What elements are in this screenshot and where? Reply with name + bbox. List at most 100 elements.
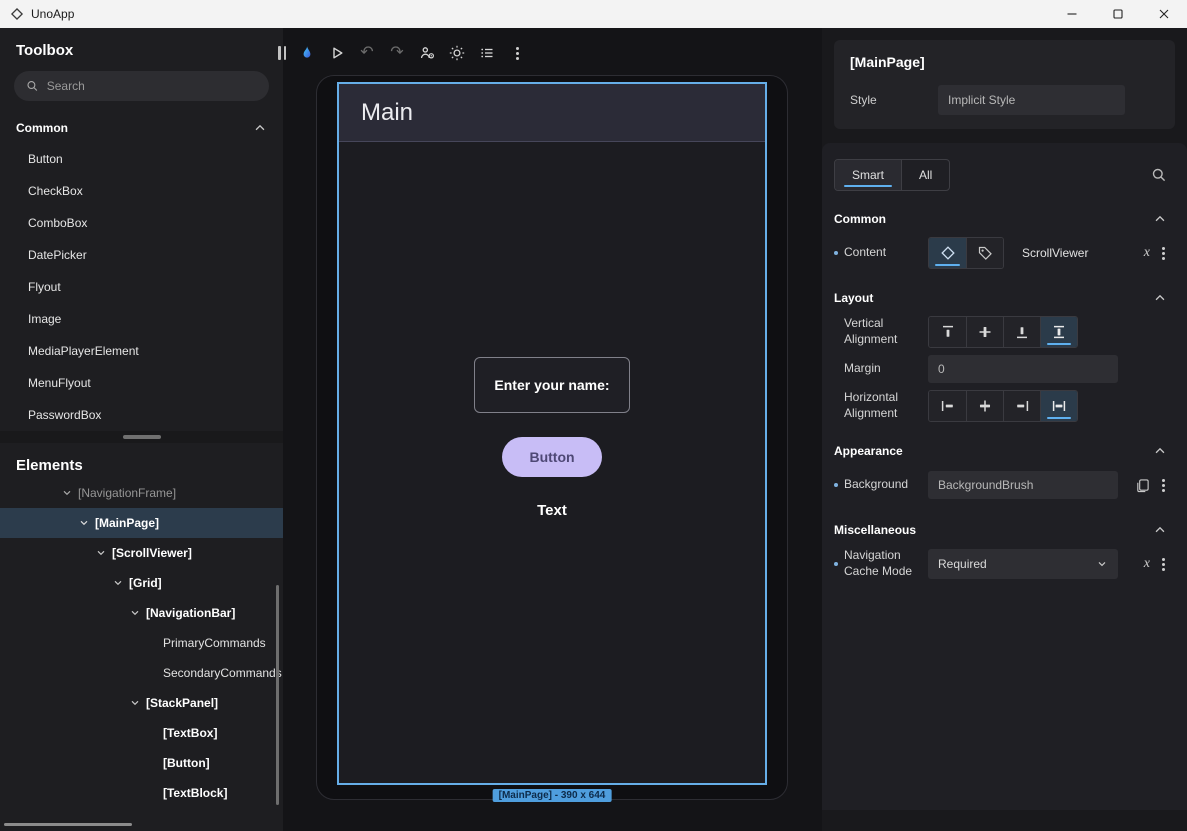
tree-item-button[interactable]: [Button]: [0, 748, 283, 778]
canvas-navigationbar[interactable]: Main: [339, 84, 765, 142]
toolbox-item-flyout[interactable]: Flyout: [0, 271, 283, 303]
toolbox-item-checkbox[interactable]: CheckBox: [0, 175, 283, 207]
hot-design-button[interactable]: [294, 40, 320, 66]
chevron-down-icon: [94, 547, 108, 559]
tree-item-primarycommands[interactable]: PrimaryCommands: [0, 628, 283, 658]
tree-item-navigationframe[interactable]: [NavigationFrame]: [0, 478, 283, 508]
toolbox-search[interactable]: [14, 71, 269, 101]
elements-horizontal-scrollbar[interactable]: [4, 823, 132, 826]
tree-item-textblock[interactable]: [TextBlock]: [0, 778, 283, 808]
toolbar-drag-handle-icon[interactable]: [274, 40, 290, 66]
search-icon: [26, 79, 39, 93]
chevron-up-icon: [1153, 212, 1167, 226]
content-element-toggle[interactable]: [929, 238, 966, 268]
tree-item-stackpanel[interactable]: [StackPanel]: [0, 688, 283, 718]
align-left-icon: [940, 398, 956, 414]
toolbox-item-label: MediaPlayerElement: [28, 344, 139, 358]
maximize-button[interactable]: [1095, 0, 1141, 28]
navigation-cache-mode-label: Navigation Cache Mode: [844, 548, 928, 579]
properties-card: Smart All Common Content: [822, 143, 1187, 810]
tab-smart[interactable]: Smart: [835, 160, 901, 190]
modified-dot: [834, 562, 838, 566]
tree-item-mainpage[interactable]: [MainPage]: [0, 508, 283, 538]
tab-all[interactable]: All: [901, 160, 949, 190]
valign-top-button[interactable]: [929, 317, 966, 347]
more-options-button[interactable]: [504, 40, 530, 66]
background-label: Background: [844, 477, 928, 493]
element-inspector-button[interactable]: [414, 40, 440, 66]
canvas-textbox-text: Enter your name:: [494, 377, 609, 393]
toolbox-item-image[interactable]: Image: [0, 303, 283, 335]
section-layout[interactable]: Layout: [834, 284, 1167, 312]
minimize-icon: [1066, 8, 1078, 20]
chevron-up-icon: [253, 121, 267, 135]
app-window: UnoApp Toolbox Common Button Chec: [0, 0, 1187, 831]
changes-list-button[interactable]: [474, 40, 500, 66]
style-field[interactable]: [938, 85, 1125, 115]
toolbox-item-mediaplayerelement[interactable]: MediaPlayerElement: [0, 335, 283, 367]
halign-stretch-button[interactable]: [1040, 391, 1077, 421]
close-button[interactable]: [1141, 0, 1187, 28]
margin-field[interactable]: [928, 355, 1118, 383]
toolbox-item-menuflyout[interactable]: MenuFlyout: [0, 367, 283, 399]
panel-splitter[interactable]: [0, 431, 283, 443]
markup-extension-button[interactable]: x: [1144, 557, 1150, 571]
toolbox-item-label: Button: [28, 152, 63, 166]
canvas-button[interactable]: Button: [502, 437, 602, 477]
kebab-icon[interactable]: [1162, 252, 1165, 255]
content-value[interactable]: ScrollViewer: [1022, 246, 1088, 260]
tree-item-textbox[interactable]: [TextBox]: [0, 718, 283, 748]
section-miscellaneous[interactable]: Miscellaneous: [834, 516, 1167, 544]
tree-item-navigationbar[interactable]: [NavigationBar]: [0, 598, 283, 628]
markup-extension-button[interactable]: x: [1144, 246, 1150, 260]
sun-icon: [449, 45, 465, 61]
resource-copy-icon[interactable]: [1135, 478, 1150, 493]
canvas-textblock[interactable]: Text: [537, 502, 567, 519]
theme-toggle-button[interactable]: [444, 40, 470, 66]
minimize-button[interactable]: [1049, 0, 1095, 28]
tree-item-secondarycommands[interactable]: SecondaryCommands: [0, 658, 283, 688]
valign-stretch-button[interactable]: [1040, 317, 1077, 347]
flame-icon: [299, 45, 315, 61]
valign-bottom-button[interactable]: [1003, 317, 1040, 347]
device-frame: Main Enter your name: Button Text: [316, 75, 788, 800]
tree-item-label: [StackPanel]: [146, 696, 218, 710]
toolbox-item-button[interactable]: Button: [0, 143, 283, 175]
halign-left-button[interactable]: [929, 391, 966, 421]
modified-dot: [834, 251, 838, 255]
vertical-alignment-group: [928, 316, 1078, 348]
page-title: Main: [361, 99, 413, 127]
splitter-handle[interactable]: [123, 435, 161, 439]
toolbox-item-passwordbox[interactable]: PasswordBox: [0, 399, 283, 431]
undo-button[interactable]: ↶: [354, 40, 380, 66]
valign-center-button[interactable]: [966, 317, 1003, 347]
toolbox-item-datepicker[interactable]: DatePicker: [0, 239, 283, 271]
mainpage-design-surface[interactable]: Main Enter your name: Button Text: [337, 82, 767, 785]
section-miscellaneous-label: Miscellaneous: [834, 523, 916, 537]
tab-all-label: All: [919, 168, 932, 182]
halign-right-button[interactable]: [1003, 391, 1040, 421]
toolbox-item-combobox[interactable]: ComboBox: [0, 207, 283, 239]
toolbox-item-label: CheckBox: [28, 184, 83, 198]
toolbox-section-common[interactable]: Common: [0, 113, 283, 143]
canvas-textbox[interactable]: Enter your name:: [474, 357, 630, 413]
section-common[interactable]: Common: [834, 205, 1167, 233]
play-button[interactable]: [324, 40, 350, 66]
content-tag-toggle[interactable]: [966, 238, 1003, 268]
section-appearance[interactable]: Appearance: [834, 437, 1167, 465]
navigation-cache-mode-dropdown[interactable]: Required: [928, 549, 1118, 579]
elements-vertical-scrollbar[interactable]: [276, 585, 279, 805]
properties-search-button[interactable]: [1151, 167, 1167, 183]
tree-item-scrollviewer[interactable]: [ScrollViewer]: [0, 538, 283, 568]
toolbox-item-label: Image: [28, 312, 61, 326]
redo-button[interactable]: ↷: [384, 40, 410, 66]
background-field[interactable]: [928, 471, 1118, 499]
kebab-icon[interactable]: [1162, 484, 1165, 487]
toolbox-search-input[interactable]: [47, 79, 257, 93]
canvas-textblock-text: Text: [537, 502, 567, 519]
halign-center-button[interactable]: [966, 391, 1003, 421]
content-label: Content: [844, 245, 928, 261]
left-panel: Toolbox Common Button CheckBox ComboBox …: [0, 28, 283, 831]
kebab-icon[interactable]: [1162, 563, 1165, 566]
tree-item-grid[interactable]: [Grid]: [0, 568, 283, 598]
